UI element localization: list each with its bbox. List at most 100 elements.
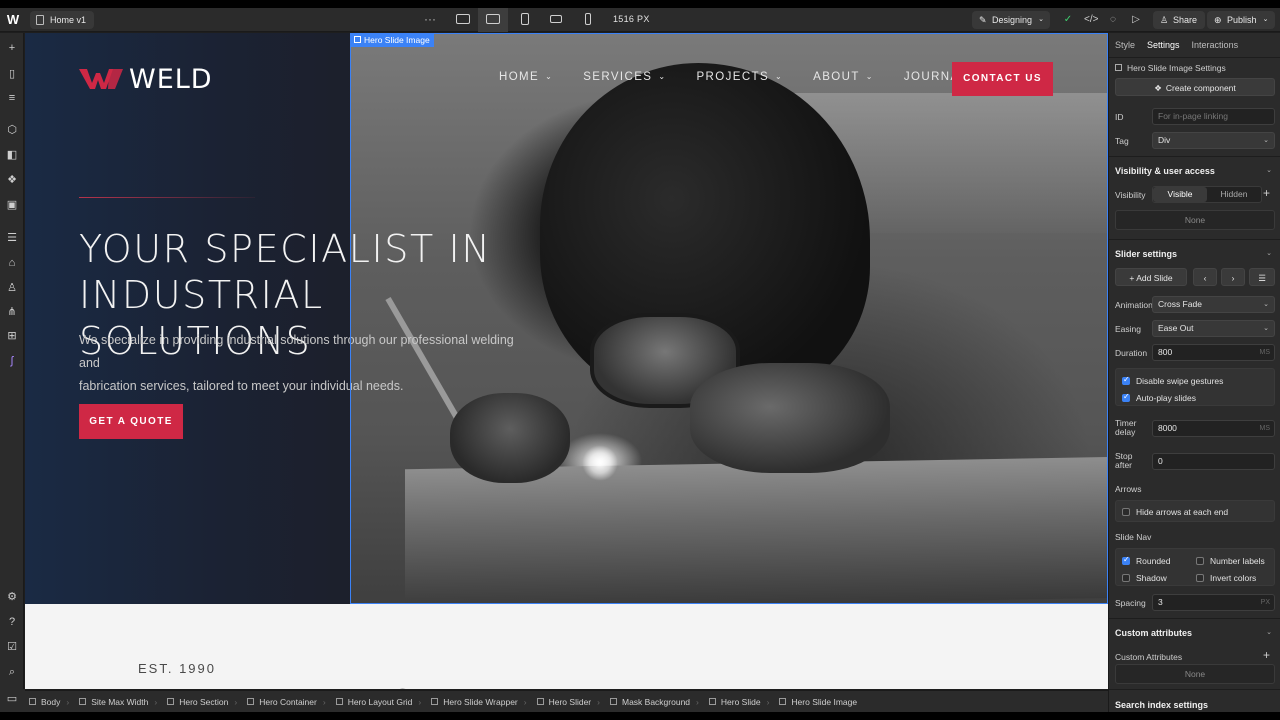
tag-label: Tag — [1115, 136, 1129, 146]
visible-option[interactable]: Visible — [1153, 187, 1207, 202]
settings-gear-icon[interactable]: ⚙ — [5, 590, 19, 604]
rounded-checkbox[interactable]: Rounded — [1122, 555, 1171, 566]
components-icon[interactable]: ⬡ — [5, 123, 19, 137]
mode-dropdown[interactable]: ✎ Designing ⌄ — [972, 11, 1051, 29]
hidden-option[interactable]: Hidden — [1207, 187, 1261, 202]
slide-list-button[interactable]: ☰ — [1249, 268, 1275, 286]
custom-attributes-heading[interactable]: Custom attributes — [1115, 628, 1192, 638]
canvas-width-readout[interactable]: 1516 PX — [613, 14, 650, 24]
tab-settings[interactable]: Settings — [1147, 40, 1180, 50]
checkbox-label: Shadow — [1136, 573, 1167, 583]
chevron-down-icon[interactable]: ⌄ — [1266, 249, 1272, 257]
nav-item-about[interactable]: ABOUT ⌄ — [813, 71, 874, 83]
checkbox-checked-icon — [1122, 375, 1130, 385]
assets-icon[interactable]: ▣ — [5, 198, 19, 212]
breakpoint-desktop-button[interactable] — [448, 8, 478, 32]
page-selector[interactable]: Home v1 — [30, 11, 95, 29]
section-heading-clipped[interactable]: EXPERT WELDING & — [138, 683, 446, 689]
chevron-down-icon[interactable]: ⌄ — [1266, 628, 1272, 636]
cms-icon[interactable]: ☰ — [5, 231, 19, 245]
nav-item-projects[interactable]: PROJECTS ⌄ — [696, 71, 783, 83]
style-selectors-icon[interactable]: ◧ — [5, 148, 19, 162]
breakpoint-tablet-button[interactable] — [510, 8, 540, 32]
visibility-heading[interactable]: Visibility & user access — [1115, 166, 1215, 176]
stop-after-input[interactable]: 0 — [1152, 453, 1275, 470]
nav-item-services[interactable]: SERVICES ⌄ — [583, 71, 666, 83]
site-logo[interactable]: WELD — [79, 64, 213, 95]
duration-input[interactable]: 800 MS — [1152, 344, 1275, 361]
element-box-icon — [431, 698, 439, 705]
breakpoint-large-button[interactable] — [478, 8, 508, 32]
breakpoint-landscape-button[interactable] — [541, 8, 571, 32]
video-icon[interactable]: ▭ — [5, 692, 19, 706]
search-index-heading[interactable]: Search index settings — [1115, 700, 1208, 710]
next-slide-button[interactable]: › — [1221, 268, 1245, 286]
more-icon[interactable]: ··· — [424, 12, 436, 26]
share-button[interactable]: ♙ Share — [1153, 11, 1206, 29]
search-icon[interactable]: ⌕ — [5, 665, 19, 679]
design-canvas[interactable]: WELD HOME ⌄ SERVICES ⌄ PROJECTS ⌄ ABOUT ⌄ JO… — [25, 33, 1108, 689]
publish-label: Publish — [1227, 15, 1257, 25]
publish-button[interactable]: ⊕ Publish ⌄ — [1207, 11, 1275, 29]
id-input[interactable]: For in-page linking — [1152, 108, 1275, 125]
breadcrumb-body[interactable]: Body › — [25, 697, 75, 707]
breadcrumb-site-max-width[interactable]: Site Max Width › — [75, 697, 163, 707]
panel-divider — [1109, 618, 1280, 619]
breadcrumb-hero-slide-image[interactable]: Hero Slide Image — [775, 697, 863, 707]
preview-play-icon[interactable]: ▷ — [1130, 14, 1142, 26]
hide-arrows-checkbox[interactable]: Hide arrows at each end — [1122, 507, 1228, 517]
users-icon[interactable]: ♙ — [5, 281, 19, 295]
variables-icon[interactable]: ❖ — [5, 173, 19, 187]
breadcrumb-hero-section[interactable]: Hero Section › — [163, 697, 243, 707]
help-icon[interactable]: ? — [5, 615, 19, 629]
code-icon[interactable]: </> — [1084, 14, 1098, 26]
mobile-landscape-icon — [550, 15, 562, 23]
navigator-icon[interactable]: ≡ — [5, 91, 19, 105]
contact-us-button[interactable]: CONTACT US — [952, 62, 1053, 96]
audit-check-icon[interactable]: ☑ — [5, 640, 19, 654]
ecommerce-icon[interactable]: ⌂ — [5, 256, 19, 270]
pages-icon[interactable]: ▯ — [5, 67, 19, 81]
breakpoint-mobile-button[interactable] — [573, 8, 603, 32]
number-labels-checkbox[interactable]: Number labels — [1196, 556, 1265, 566]
breadcrumb-mask-background[interactable]: Mask Background › — [606, 697, 705, 707]
logic-icon[interactable]: ⋔ — [5, 305, 19, 319]
tab-style[interactable]: Style — [1115, 40, 1135, 50]
prev-slide-button[interactable]: ‹ — [1193, 268, 1217, 286]
webflow-logo-icon[interactable]: W — [5, 12, 21, 28]
selection-tag[interactable]: Hero Slide Image — [350, 33, 434, 47]
get-a-quote-button[interactable]: GET A QUOTE — [79, 404, 183, 439]
disable-swipe-checkbox[interactable]: Disable swipe gestures — [1122, 375, 1223, 386]
slider-settings-heading[interactable]: Slider settings — [1115, 249, 1177, 259]
spacing-input[interactable]: 3 PX — [1152, 594, 1275, 611]
create-component-button[interactable]: ❖ Create component — [1115, 78, 1275, 96]
check-status-icon[interactable]: ✓ — [1062, 14, 1074, 26]
add-icon[interactable]: + — [1263, 648, 1270, 662]
add-slide-button[interactable]: + Add Slide — [1115, 268, 1187, 286]
est-label[interactable]: EST. 1990 — [138, 661, 216, 676]
comments-icon[interactable]: ◌ — [1107, 14, 1119, 26]
apps-icon[interactable]: ⊞ — [5, 329, 19, 343]
breadcrumb-hero-container[interactable]: Hero Container › — [243, 697, 331, 707]
element-box-icon — [708, 698, 716, 705]
subtext-line: fabrication services, tailored to meet y… — [79, 379, 404, 393]
chevron-down-icon[interactable]: ⌄ — [1266, 166, 1272, 174]
shadow-checkbox[interactable]: Shadow — [1122, 573, 1167, 583]
breadcrumb-hero-slide-wrapper[interactable]: Hero Slide Wrapper › — [427, 697, 532, 707]
easing-select[interactable]: Ease Out ⌄ — [1152, 320, 1275, 337]
script-icon[interactable]: ʃ — [5, 354, 19, 368]
timer-delay-input[interactable]: 8000 MS — [1152, 420, 1275, 437]
breadcrumb-hero-slider[interactable]: Hero Slider › — [533, 697, 606, 707]
animation-select[interactable]: Cross Fade ⌄ — [1152, 296, 1275, 313]
breadcrumb-hero-layout-grid[interactable]: Hero Layout Grid › — [332, 697, 428, 707]
nav-item-home[interactable]: HOME ⌄ — [499, 71, 553, 83]
add-icon[interactable]: + — [1263, 186, 1270, 200]
tag-select[interactable]: Div ⌄ — [1152, 132, 1275, 149]
breadcrumb-hero-slide[interactable]: Hero Slide › — [705, 697, 776, 707]
add-icon[interactable]: + — [5, 41, 19, 55]
hero-section[interactable]: WELD HOME ⌄ SERVICES ⌄ PROJECTS ⌄ ABOUT ⌄ JO… — [25, 33, 1108, 604]
autoplay-checkbox[interactable]: Auto-play slides — [1122, 392, 1196, 403]
invert-colors-checkbox[interactable]: Invert colors — [1196, 573, 1256, 583]
hero-subtext[interactable]: We specialize in providing industrial so… — [79, 329, 519, 398]
tab-interactions[interactable]: Interactions — [1192, 40, 1239, 50]
